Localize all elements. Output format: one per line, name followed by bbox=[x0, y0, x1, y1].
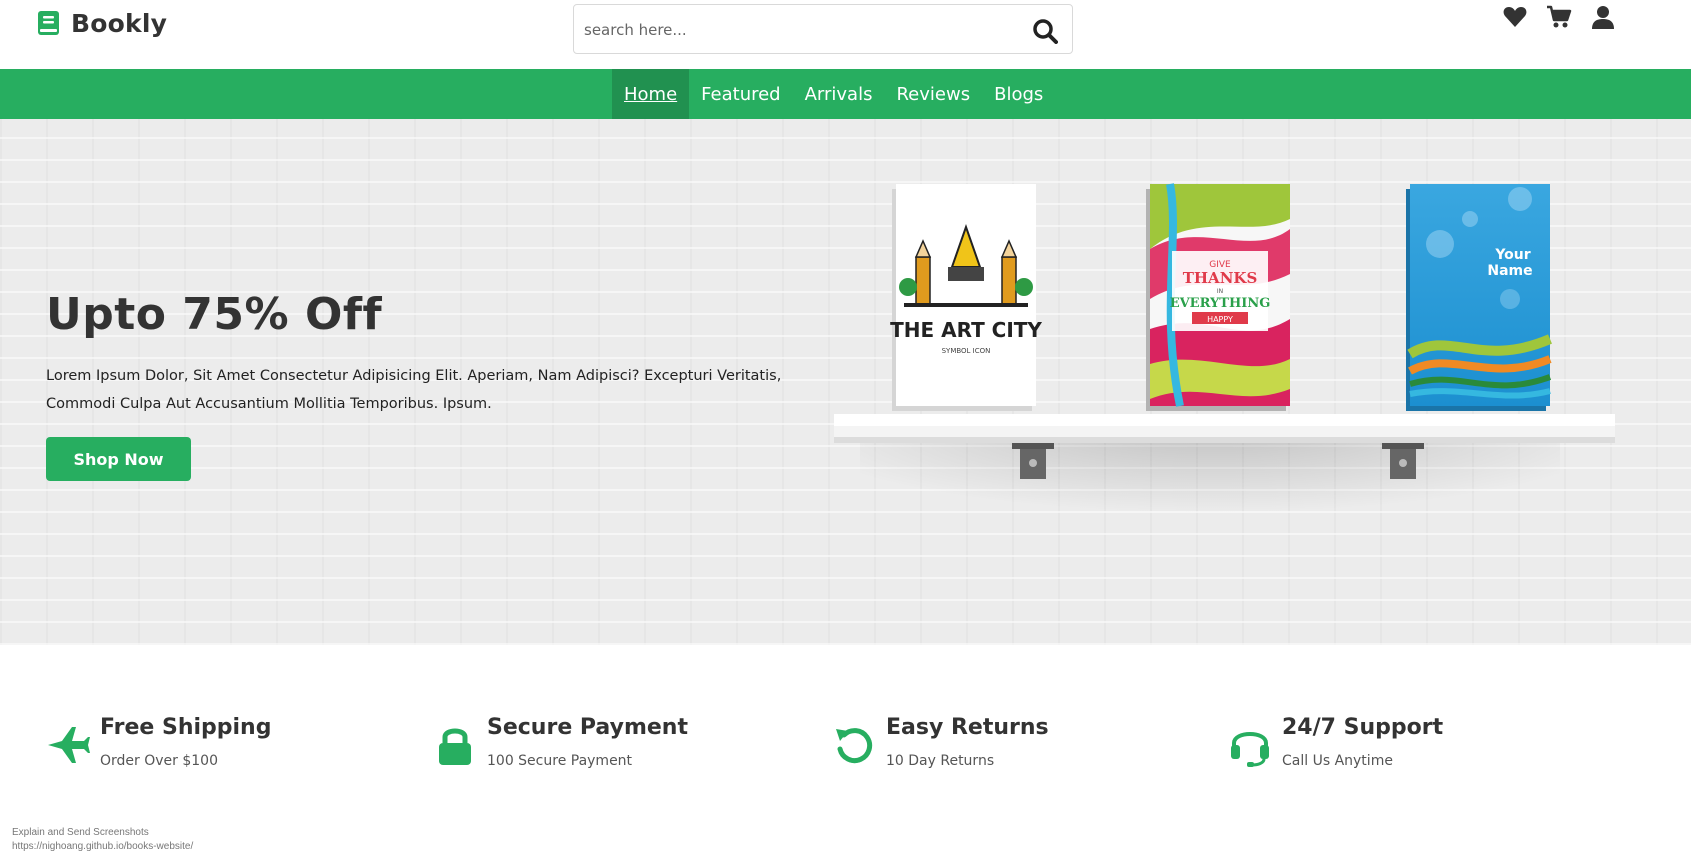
screenshot-footnote: Explain and Send Screenshots https://nig… bbox=[12, 826, 193, 854]
book1-title: THE ART CITY bbox=[890, 318, 1042, 342]
nav-blogs[interactable]: Blogs bbox=[982, 69, 1055, 119]
footnote-line-2: https://nighoang.github.io/books-website… bbox=[12, 841, 194, 852]
search-input[interactable] bbox=[584, 15, 1004, 45]
feature-subtitle: Call Us Anytime bbox=[1282, 753, 1393, 769]
lock-icon bbox=[439, 728, 471, 765]
book2-line5: HAPPY bbox=[1207, 315, 1233, 324]
feature-title: Secure Payment bbox=[487, 715, 688, 740]
book-give-thanks: GIVE THANKS IN EVERYTHING HAPPY bbox=[1146, 183, 1290, 411]
main-nav: Home Featured Arrivals Reviews Blogs bbox=[0, 69, 1691, 119]
book1-subtitle: SYMBOL ICON bbox=[942, 347, 991, 355]
feature-subtitle: 100 Secure Payment bbox=[487, 753, 633, 769]
search-box bbox=[573, 4, 1073, 54]
redo-icon bbox=[836, 728, 873, 764]
shop-now-button[interactable]: Shop Now bbox=[46, 437, 191, 481]
nav-featured[interactable]: Featured bbox=[689, 69, 792, 119]
hero-description: Lorem Ipsum Dolor, Sit Amet Consectetur … bbox=[46, 368, 782, 412]
book2-line3: IN bbox=[1217, 288, 1223, 295]
search-icon[interactable] bbox=[1032, 18, 1058, 44]
site-header: Bookly bbox=[0, 0, 1691, 69]
heart-icon[interactable] bbox=[1502, 4, 1528, 30]
cart-icon[interactable] bbox=[1546, 4, 1572, 30]
header-icons bbox=[1502, 4, 1616, 30]
user-icon[interactable] bbox=[1590, 4, 1616, 30]
plane-icon bbox=[48, 727, 90, 763]
brand-logo[interactable]: Bookly bbox=[37, 6, 167, 40]
features-section: Free Shipping Order Over $100 Secure Pay… bbox=[0, 645, 1691, 825]
nav-home[interactable]: Home bbox=[612, 69, 690, 119]
book-icon bbox=[38, 11, 59, 35]
book2-line2: THANKS bbox=[1183, 269, 1258, 287]
book-your-name: Your Name bbox=[1406, 184, 1552, 411]
book3-line1: Your bbox=[1494, 247, 1530, 263]
nav-arrivals[interactable]: Arrivals bbox=[793, 69, 885, 119]
footnote-line-1: Explain and Send Screenshots bbox=[12, 827, 149, 838]
feature-title: Free Shipping bbox=[100, 715, 272, 740]
nav-reviews[interactable]: Reviews bbox=[884, 69, 982, 119]
book-art-city: THE ART CITY SYMBOL ICON bbox=[890, 184, 1042, 411]
feature-title: 24/7 Support bbox=[1282, 715, 1444, 740]
book-shelf-illustration: THE ART CITY SYMBOL ICON GIVE THANKS IN … bbox=[834, 183, 1615, 569]
hero-title: Upto 75% Off bbox=[46, 289, 383, 340]
book2-line4: EVERYTHING bbox=[1170, 296, 1271, 311]
brand-name: Bookly bbox=[71, 8, 168, 38]
book3-line2: Name bbox=[1487, 263, 1532, 279]
hero-banner: Upto 75% Off Lorem Ipsum Dolor, Sit Amet… bbox=[0, 119, 1691, 645]
headset-icon bbox=[1231, 732, 1269, 767]
feature-subtitle: Order Over $100 bbox=[100, 753, 218, 769]
feature-title: Easy Returns bbox=[886, 715, 1049, 740]
feature-subtitle: 10 Day Returns bbox=[886, 753, 995, 769]
